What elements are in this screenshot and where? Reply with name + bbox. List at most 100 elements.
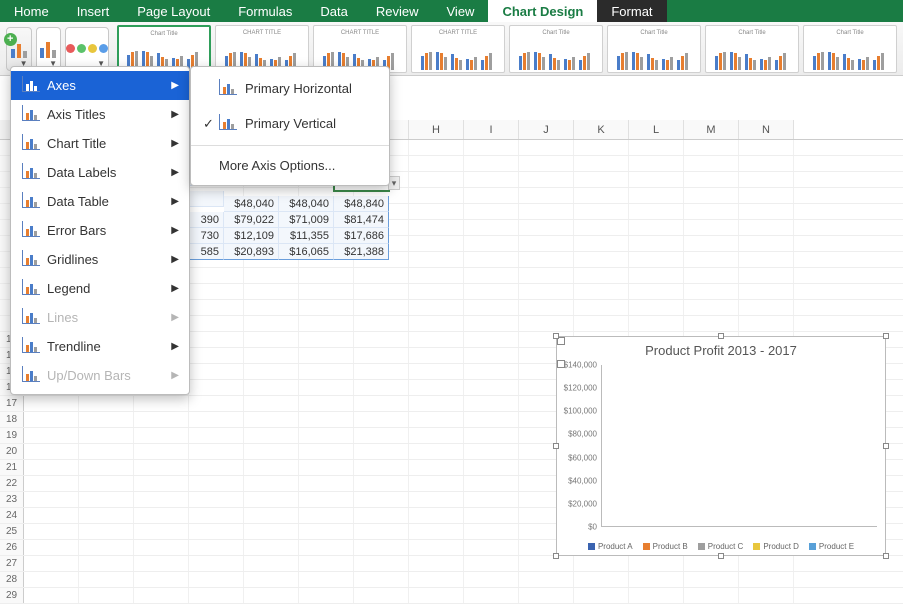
cell-M2[interactable]	[684, 156, 739, 171]
cell-N4[interactable]	[739, 188, 794, 203]
cell-I13[interactable]	[464, 332, 519, 347]
cell-B20[interactable]	[79, 444, 134, 459]
cell-A24[interactable]	[24, 508, 79, 523]
cell-N7[interactable]	[739, 236, 794, 251]
cell-N11[interactable]	[739, 300, 794, 315]
row-header-28[interactable]: 28	[0, 572, 24, 587]
cell-M11[interactable]	[684, 300, 739, 315]
cell-G13[interactable]	[354, 332, 409, 347]
cell-K12[interactable]	[574, 316, 629, 331]
cell-D25[interactable]	[189, 524, 244, 539]
cell-L1[interactable]	[629, 140, 684, 155]
cell-J6[interactable]	[519, 220, 574, 235]
cell-J8[interactable]	[519, 252, 574, 267]
cell-B19[interactable]	[79, 428, 134, 443]
cell-G18[interactable]	[354, 412, 409, 427]
cell-H8[interactable]	[409, 252, 464, 267]
cell-D18[interactable]	[189, 412, 244, 427]
cell-I11[interactable]	[464, 300, 519, 315]
cell-D19[interactable]	[189, 428, 244, 443]
cell-N9[interactable]	[739, 268, 794, 283]
cell-N28[interactable]	[739, 572, 794, 587]
cell-D24[interactable]	[189, 508, 244, 523]
cell-G16[interactable]	[354, 380, 409, 395]
cell-E14[interactable]	[244, 348, 299, 363]
cell-I14[interactable]	[464, 348, 519, 363]
chart-plot-area[interactable]	[601, 365, 877, 527]
chart-style-6[interactable]: Chart Title	[607, 25, 701, 73]
cell-F18[interactable]	[299, 412, 354, 427]
add-chart-element-button[interactable]: + ▼	[6, 27, 32, 71]
cell-D12[interactable]	[189, 316, 244, 331]
menu-item-axis-titles[interactable]: Axis Titles▶	[11, 100, 189, 129]
cell-J2[interactable]	[519, 156, 574, 171]
chart-style-7[interactable]: Chart Title	[705, 25, 799, 73]
cell-L28[interactable]	[629, 572, 684, 587]
cell-I1[interactable]	[464, 140, 519, 155]
cell-B22[interactable]	[79, 476, 134, 491]
cell-F24[interactable]	[299, 508, 354, 523]
menu-item-error-bars[interactable]: Error Bars▶	[11, 216, 189, 245]
cell-E19[interactable]	[244, 428, 299, 443]
cell-E25[interactable]	[244, 524, 299, 539]
cell-N12[interactable]	[739, 316, 794, 331]
cell-B21[interactable]	[79, 460, 134, 475]
cell-I2[interactable]	[464, 156, 519, 171]
cell-I8[interactable]	[464, 252, 519, 267]
row-header-18[interactable]: 18	[0, 412, 24, 427]
cell-E26[interactable]	[244, 540, 299, 555]
cell-G14[interactable]	[354, 348, 409, 363]
menu-item-trendline[interactable]: Trendline▶	[11, 332, 189, 361]
cell-N3[interactable]	[739, 172, 794, 187]
cell-I18[interactable]	[464, 412, 519, 427]
cell-I3[interactable]	[464, 172, 519, 187]
cell-H13[interactable]	[409, 332, 464, 347]
cell-N2[interactable]	[739, 156, 794, 171]
cell-M5[interactable]	[684, 204, 739, 219]
cell-A21[interactable]	[24, 460, 79, 475]
cell-D9[interactable]	[189, 268, 244, 283]
cell-B17[interactable]	[79, 396, 134, 411]
cell-J10[interactable]	[519, 284, 574, 299]
cell-I12[interactable]	[464, 316, 519, 331]
column-header-M[interactable]: M	[684, 120, 739, 139]
cell-M1[interactable]	[684, 140, 739, 155]
cell-K4[interactable]	[574, 188, 629, 203]
cell-L9[interactable]	[629, 268, 684, 283]
cell-E18[interactable]	[244, 412, 299, 427]
cell-L4[interactable]	[629, 188, 684, 203]
cell-H29[interactable]	[409, 588, 464, 603]
cell-C23[interactable]	[134, 492, 189, 507]
cell-G12[interactable]	[354, 316, 409, 331]
cell-F23[interactable]	[299, 492, 354, 507]
cell-D13[interactable]	[189, 332, 244, 347]
cell-C17[interactable]	[134, 396, 189, 411]
cell-G10[interactable]	[354, 284, 409, 299]
cell-D23[interactable]	[189, 492, 244, 507]
cell-E21[interactable]	[244, 460, 299, 475]
cell-F9[interactable]	[299, 268, 354, 283]
cell-J1[interactable]	[519, 140, 574, 155]
cell-J28[interactable]	[519, 572, 574, 587]
cell-J4[interactable]	[519, 188, 574, 203]
cell-K11[interactable]	[574, 300, 629, 315]
cell-M28[interactable]	[684, 572, 739, 587]
row-header-19[interactable]: 19	[0, 428, 24, 443]
row-header-24[interactable]: 24	[0, 508, 24, 523]
cell-C18[interactable]	[134, 412, 189, 427]
cell-H6[interactable]	[409, 220, 464, 235]
cell-E16[interactable]	[244, 380, 299, 395]
cell-A29[interactable]	[24, 588, 79, 603]
cell-L11[interactable]	[629, 300, 684, 315]
cell-H15[interactable]	[409, 364, 464, 379]
cell-C19[interactable]	[134, 428, 189, 443]
cell-I19[interactable]	[464, 428, 519, 443]
cell-F21[interactable]	[299, 460, 354, 475]
chart-style-5[interactable]: Chart Title	[509, 25, 603, 73]
cell-H19[interactable]	[409, 428, 464, 443]
ribbon-tab-insert[interactable]: Insert	[63, 0, 124, 22]
cell-C25[interactable]	[134, 524, 189, 539]
cell-D26[interactable]	[189, 540, 244, 555]
cell-F26[interactable]	[299, 540, 354, 555]
cell-F10[interactable]	[299, 284, 354, 299]
